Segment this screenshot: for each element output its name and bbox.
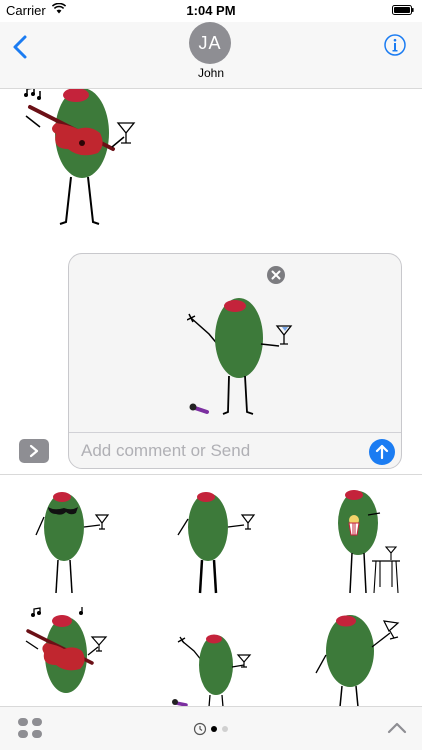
microphone-icon [172, 699, 188, 707]
olive-martini-sticker[interactable] [172, 487, 260, 599]
contact-name[interactable]: John [0, 66, 422, 80]
clock-time: 1:04 PM [186, 3, 236, 18]
olive-toast-sticker[interactable] [310, 611, 406, 707]
olive-guitar-sticker[interactable] [18, 89, 142, 234]
olive-popcorn-table-sticker[interactable] [324, 487, 412, 599]
expand-button[interactable] [19, 439, 49, 463]
chevron-right-icon [29, 444, 39, 458]
battery-icon [392, 5, 414, 15]
messages-app-screen: Carrier 1:04 PM JA John [0, 0, 422, 750]
music-notes-icon [24, 89, 41, 100]
remove-sticker-button[interactable] [267, 266, 285, 284]
compose-bubble [68, 253, 402, 469]
contact-avatar[interactable]: JA [189, 22, 231, 64]
popcorn-icon [348, 515, 360, 536]
sticker-drawer [0, 474, 422, 707]
conversation-header: JA John [0, 22, 422, 89]
compose-divider [69, 432, 401, 433]
olive-mic-drop-sticker[interactable] [172, 631, 256, 707]
info-icon [384, 34, 406, 56]
music-notes-icon [31, 607, 83, 617]
info-button[interactable] [384, 34, 406, 56]
page-indicator[interactable] [193, 722, 233, 736]
message-thread [0, 89, 422, 474]
comment-input[interactable] [81, 440, 351, 462]
olive-guitar-sticker[interactable] [22, 607, 118, 707]
olive-sunglasses-martini-sticker[interactable] [34, 487, 114, 599]
arrow-up-icon [375, 444, 389, 460]
page-dot-active [211, 726, 217, 732]
app-drawer-bar [0, 706, 422, 750]
app-grid-button[interactable] [17, 717, 43, 739]
page-dot [222, 726, 228, 732]
status-bar: Carrier 1:04 PM [0, 0, 422, 22]
side-table-icon [372, 546, 400, 594]
chevron-left-icon [13, 35, 27, 59]
back-button[interactable] [8, 32, 34, 62]
app-grid-icon [18, 718, 42, 738]
clock-icon [193, 722, 207, 736]
microphone-icon [189, 403, 209, 414]
close-icon [271, 270, 281, 280]
chevron-up-icon [387, 722, 407, 734]
collapse-drawer-button[interactable] [386, 719, 408, 737]
send-button[interactable] [369, 439, 395, 465]
olive-mic-drop-sticker [187, 298, 293, 415]
